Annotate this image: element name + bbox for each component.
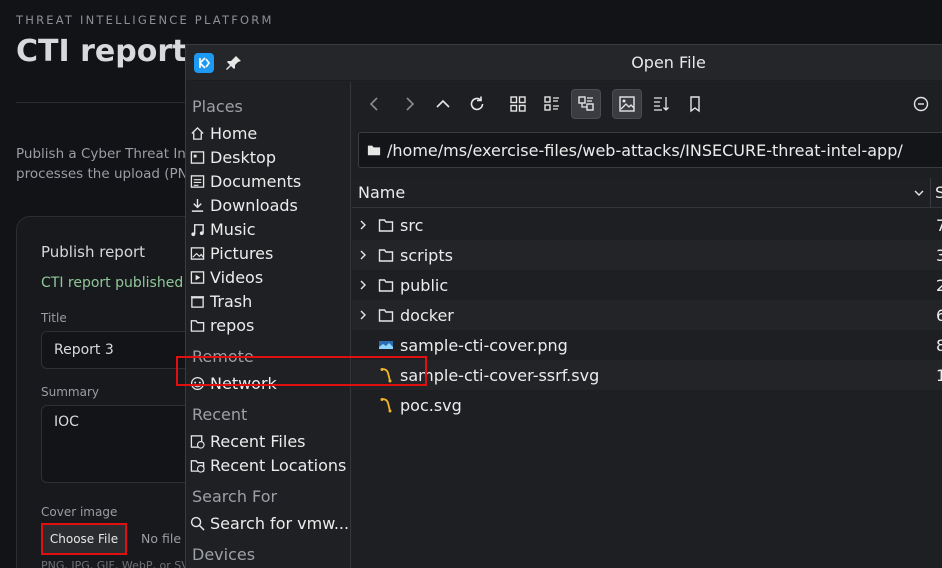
zoom-out-button[interactable] [906, 89, 936, 119]
title-label: Title [41, 311, 67, 325]
summary-label: Summary [41, 385, 99, 399]
pin-icon[interactable] [224, 53, 244, 73]
sidebar-item-trash[interactable]: Trash [190, 289, 252, 313]
sidebar-item-search[interactable]: Search for vmw... [190, 511, 349, 535]
location-bar[interactable]: /home/ms/exercise-files/web-attacks/INSE… [358, 132, 942, 168]
sidebar-item-home[interactable]: Home [190, 121, 257, 145]
zoom-out-icon [913, 96, 929, 112]
up-button[interactable] [428, 89, 458, 119]
reload-icon [470, 96, 484, 111]
sidebar-item-recent-files[interactable]: Recent Files [190, 429, 306, 453]
platform-eyebrow: THREAT INTELLIGENCE PLATFORM [16, 13, 274, 27]
tree-view-button[interactable] [571, 89, 601, 119]
svg-file-icon [380, 398, 392, 413]
arrow-right-icon [406, 97, 415, 111]
dialog-titlebar[interactable]: Open File [186, 45, 942, 81]
places-sidebar: Places Home Desktop Documents Downloads … [186, 82, 351, 568]
recent-header: Recent [192, 405, 248, 424]
trash-icon [190, 295, 205, 308]
videos-icon [190, 270, 205, 284]
chevron-right-icon[interactable] [356, 218, 370, 232]
icons-view-button[interactable] [503, 89, 533, 119]
chevron-right-icon[interactable] [356, 278, 370, 292]
file-list-header: Name S [352, 178, 942, 208]
bookmark-icon [690, 96, 700, 113]
file-row-selected-target[interactable]: sample-cti-cover-ssrf.svg 1 [352, 360, 942, 390]
folder-icon [190, 319, 205, 332]
search-header: Search For [192, 487, 278, 506]
music-icon [191, 223, 204, 236]
pictures-icon [190, 246, 205, 260]
sidebar-item-repos[interactable]: repos [190, 313, 254, 337]
forward-button[interactable] [394, 89, 424, 119]
search-icon [190, 516, 205, 531]
file-row[interactable]: docker 6 [352, 300, 942, 330]
home-icon [191, 126, 204, 140]
dialog-title: Open File [631, 53, 706, 72]
file-row[interactable]: src 7 [352, 210, 942, 240]
sidebar-item-music[interactable]: Music [190, 217, 256, 241]
folder-icon [378, 309, 394, 322]
sort-button[interactable] [646, 89, 676, 119]
file-row[interactable]: poc.svg [352, 390, 942, 420]
chevron-down-icon[interactable] [913, 187, 925, 199]
documents-icon [190, 174, 205, 188]
column-name[interactable]: Name [358, 183, 405, 202]
file-row[interactable]: scripts 3 [352, 240, 942, 270]
desktop-icon [190, 150, 205, 164]
folder-icon [367, 145, 381, 156]
icons-view-icon [510, 96, 526, 112]
sort-icon [654, 97, 669, 111]
folder-icon [378, 219, 394, 232]
file-row[interactable]: sample-cti-cover.png 8 [352, 330, 942, 360]
success-message: CTI report published t [41, 275, 194, 291]
file-view-pane: /home/ms/exercise-files/web-attacks/INSE… [352, 82, 942, 568]
places-header: Places [192, 97, 243, 116]
column-separator[interactable] [930, 178, 931, 208]
preview-button[interactable] [612, 89, 642, 119]
kde-logo-icon[interactable] [194, 53, 214, 73]
compact-view-button[interactable] [537, 89, 567, 119]
bookmark-button[interactable] [680, 89, 710, 119]
sidebar-item-downloads[interactable]: Downloads [190, 193, 298, 217]
folder-icon [378, 279, 394, 292]
arrow-left-icon [369, 97, 378, 111]
sidebar-item-pictures[interactable]: Pictures [190, 241, 273, 265]
image-preview-icon [619, 96, 635, 112]
compact-view-icon [544, 96, 559, 111]
card-title: Publish report [41, 243, 146, 261]
chevron-right-icon[interactable] [356, 308, 370, 322]
open-file-dialog: Open File Places Home Desktop Documents … [185, 44, 942, 568]
recent-locations-icon [190, 459, 205, 473]
column-size[interactable]: S [935, 183, 942, 202]
sidebar-item-documents[interactable]: Documents [190, 169, 301, 193]
highlight-box [176, 356, 427, 386]
sidebar-item-videos[interactable]: Videos [190, 265, 263, 289]
back-button[interactable] [360, 89, 390, 119]
cover-label: Cover image [41, 505, 118, 519]
file-row[interactable]: public 2 [352, 270, 942, 300]
chevron-right-icon[interactable] [356, 248, 370, 262]
reload-button[interactable] [462, 89, 492, 119]
sidebar-item-desktop[interactable]: Desktop [190, 145, 276, 169]
recent-files-icon [190, 434, 205, 449]
arrow-up-icon [436, 99, 450, 108]
sidebar-item-recent-locations[interactable]: Recent Locations [190, 453, 346, 477]
dialog-toolbar [352, 82, 942, 126]
downloads-icon [191, 198, 204, 212]
devices-header: Devices [192, 545, 256, 564]
choose-file-button[interactable]: Choose File [41, 523, 127, 555]
page-title: CTI reports [16, 34, 205, 69]
file-hint: PNG, JPG, GIF, WebP, or SVG [41, 559, 198, 568]
png-image-icon [379, 341, 393, 349]
folder-icon [378, 249, 394, 262]
tree-view-icon [578, 96, 594, 111]
